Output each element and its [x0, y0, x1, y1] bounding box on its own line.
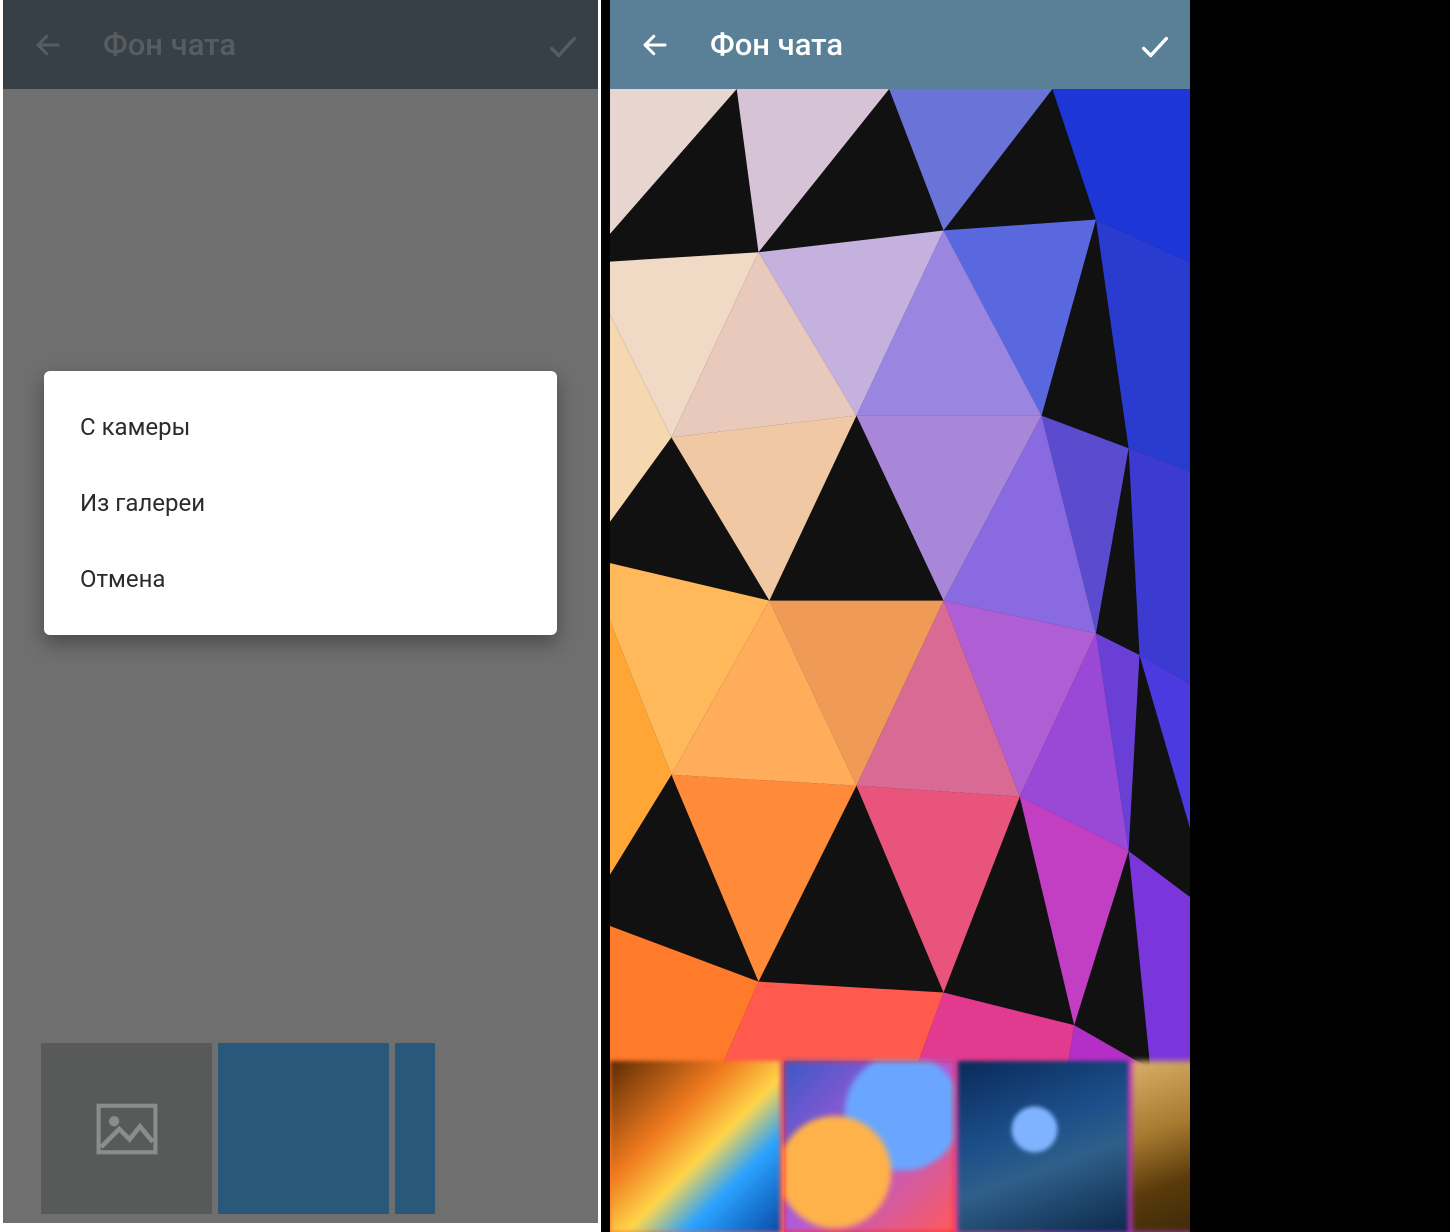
- thumb-starry-blue[interactable]: [958, 1061, 1128, 1232]
- image-placeholder-icon: [96, 1103, 158, 1155]
- confirm-icon[interactable]: [1138, 30, 1168, 60]
- thumb-custom-image[interactable]: [41, 1043, 212, 1214]
- screenshot-separator: [601, 0, 610, 1232]
- screenshot-left: Фон чата С камеры Из галереи Отмена: [0, 0, 601, 1232]
- back-icon[interactable]: [640, 30, 670, 60]
- wallpaper-thumbnails[interactable]: [3, 1043, 598, 1214]
- image-source-dialog: С камеры Из галереи Отмена: [44, 371, 557, 635]
- screenshot-right: Фон чата: [610, 0, 1190, 1232]
- dialog-option-camera[interactable]: С камеры: [44, 389, 557, 465]
- appbar: Фон чата: [610, 0, 1190, 89]
- dialog-option-cancel[interactable]: Отмена: [44, 541, 557, 617]
- background-preview[interactable]: [610, 89, 1190, 1232]
- thumb-bokeh-gold[interactable]: [1132, 1061, 1190, 1232]
- appbar-title: Фон чата: [710, 26, 1138, 63]
- dialog-option-gallery[interactable]: Из галереи: [44, 465, 557, 541]
- thumb-striped-blue[interactable]: [395, 1043, 435, 1214]
- thumb-solid-blue[interactable]: [218, 1043, 389, 1214]
- thumb-lowpoly-color[interactable]: [784, 1061, 954, 1232]
- thumb-nebula-orange[interactable]: [610, 1061, 780, 1232]
- wallpaper-thumbnails[interactable]: [610, 1061, 1190, 1232]
